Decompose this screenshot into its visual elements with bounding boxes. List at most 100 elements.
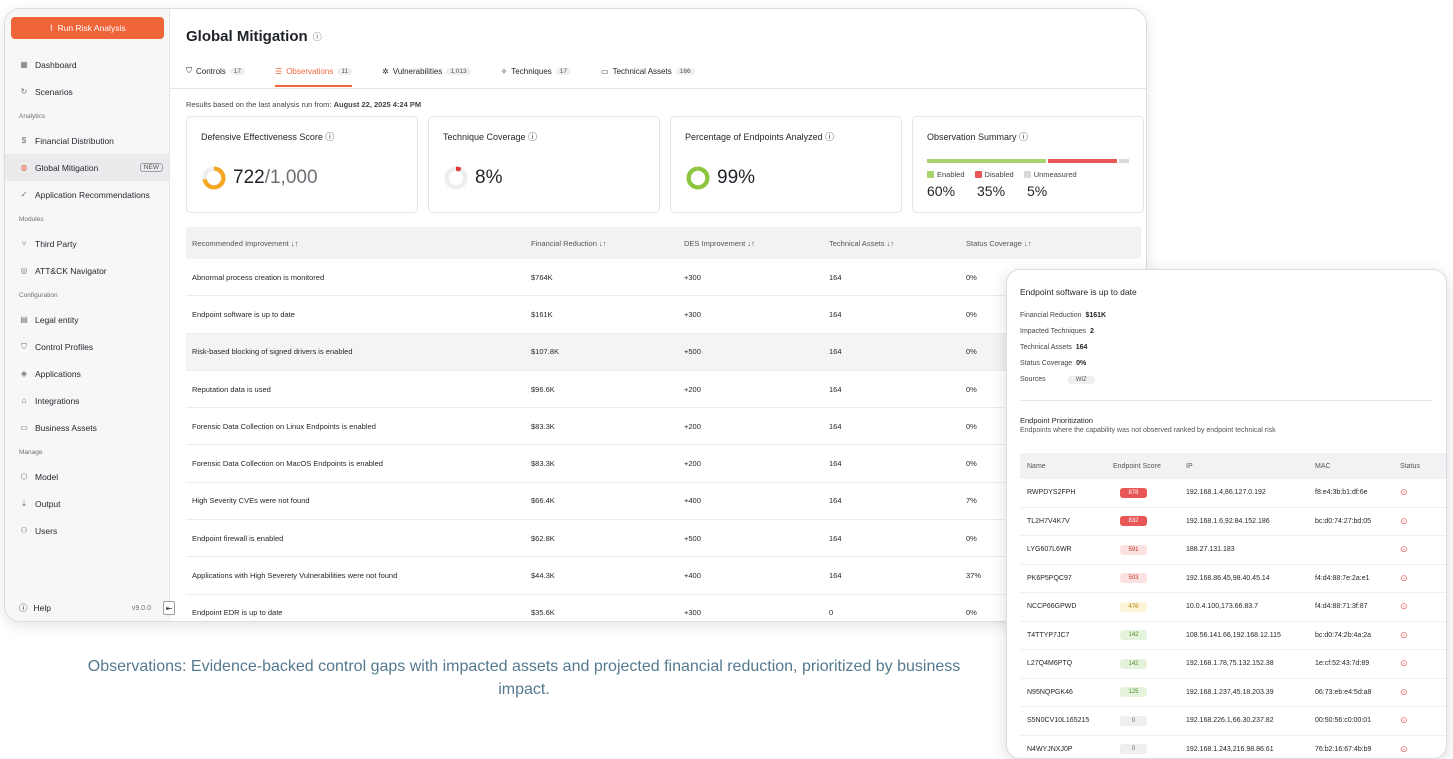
tab-vulnerabilities[interactable]: ✲Vulnerabilities1,013 (382, 63, 471, 79)
sort-icon[interactable]: ↓↑ (887, 239, 895, 248)
endpoint-row[interactable]: L27Q4M6PTQ142192.168.1.78,75.132.152.381… (1020, 650, 1447, 679)
endpoints-value: 99% (685, 165, 755, 191)
sidebar-nav: ▦Dashboard ↻Scenarios Analytics $Financi… (5, 51, 169, 544)
sidebar-item-integrations[interactable]: ⌂Integrations (5, 387, 169, 414)
table-row[interactable]: Forensic Data Collection on Linux Endpoi… (186, 408, 1141, 445)
endpoint-row[interactable]: TL2H7V4K7V832192.168.1.6,92.84.152.186bc… (1020, 508, 1447, 537)
table-row[interactable]: Applications with High Severety Vulnerab… (186, 557, 1141, 594)
endpoint-detail-panel: Endpoint software is up to date Financia… (1006, 269, 1447, 759)
table-row[interactable]: High Severity CVEs were not found$66.4K+… (186, 483, 1141, 520)
sidebar-item-third-party[interactable]: ⑂Third Party (5, 230, 169, 257)
table-row[interactable]: Endpoint software is up to date$161K+300… (186, 296, 1141, 333)
table-row[interactable]: Risk-based blocking of signed drivers is… (186, 334, 1141, 371)
tab-controls[interactable]: ⛉Controls17 (186, 63, 245, 79)
column-header-label: Financial Reduction (531, 239, 597, 248)
sort-icon[interactable]: ↓↑ (747, 239, 755, 248)
sidebar-item-control-profiles[interactable]: ⛉Control Profiles (5, 333, 169, 360)
help-link[interactable]: ⓘ Help v9.0.0 ⇤ (5, 595, 169, 621)
endpoint-ip: 192.168.1.78,75.132.152.38 (1186, 660, 1315, 667)
tab-observations[interactable]: ☰Observations11 (275, 63, 352, 79)
des-card: Defensive Effectiveness Score ⓘ 722/1,00… (186, 116, 418, 213)
cell-assets: 164 (829, 347, 966, 356)
table-row[interactable]: Endpoint firewall is enabled$62.8K+50016… (186, 520, 1141, 557)
tab-techniques[interactable]: ✧Techniques17 (501, 63, 571, 79)
cell-financial: $161K (531, 310, 684, 319)
monitor-icon: ▭ (19, 423, 29, 432)
endpoint-row[interactable]: LYG607L6WR591188.27.131.183⊙ (1020, 536, 1447, 565)
column-header-status: Status (1400, 463, 1440, 470)
endpoints-ring (685, 165, 711, 191)
cell-des: +400 (684, 496, 829, 505)
column-header-mac: MAC (1315, 463, 1400, 470)
field-value: 164 (1076, 344, 1088, 351)
enabled-segment (927, 159, 1046, 163)
table-row[interactable]: Endpoint EDR is up to date$35.6K+30000% (186, 595, 1141, 622)
endpoint-score-badge: 142 (1120, 659, 1147, 669)
sidebar-item-label: Global Mitigation (35, 163, 98, 173)
nav-group-analytics: Analytics (5, 105, 169, 127)
run-risk-analysis-button[interactable]: ⌇ Run Risk Analysis (11, 17, 164, 39)
cell-assets: 164 (829, 496, 966, 505)
endpoint-row[interactable]: T4TTYP7JC7142108.56.141.66,192.168.12.11… (1020, 622, 1447, 651)
cell-assets: 164 (829, 459, 966, 468)
sort-icon[interactable]: ↓↑ (1024, 239, 1032, 248)
cell-assets: 164 (829, 534, 966, 543)
column-header-assets[interactable]: Technical Assets ↓↑ (829, 239, 966, 248)
info-icon[interactable]: ⓘ (528, 132, 537, 142)
sort-icon[interactable]: ↓↑ (599, 239, 607, 248)
column-header-improvement[interactable]: Recommended Improvement ↓↑ (186, 239, 531, 248)
sidebar-item-model[interactable]: ⬡Model (5, 463, 169, 490)
tab-count: 11 (337, 68, 352, 75)
sort-icon[interactable]: ↓↑ (291, 239, 299, 248)
cell-assets: 164 (829, 571, 966, 580)
endpoint-row[interactable]: NCCP66GPWD47610.0.4.100,173.66.83.7f4:d4… (1020, 593, 1447, 622)
technique-value: 8% (443, 165, 502, 191)
tab-label: Controls (196, 67, 226, 76)
endpoint-row[interactable]: PK6P5PQC97503192.168.86.45,98.40.45.14f4… (1020, 565, 1447, 594)
cell-financial: $83.3K (531, 422, 684, 431)
endpoint-mac: f8:e4:3b:b1:df:6e (1315, 489, 1400, 496)
field-key: Financial Reduction (1020, 312, 1081, 319)
sidebar-item-users[interactable]: ⚇Users (5, 517, 169, 544)
sidebar-item-scenarios[interactable]: ↻Scenarios (5, 78, 169, 105)
table-row[interactable]: Forensic Data Collection on MacOS Endpoi… (186, 445, 1141, 482)
endpoint-row[interactable]: N95NQPGK46125192.168.1.237,45.18.203.390… (1020, 679, 1447, 708)
endpoint-mac: bc:d0:74:27:bd:05 (1315, 518, 1400, 525)
endpoint-ip: 108.56.141.66,192.168.12.115 (1186, 632, 1315, 639)
tab-technical-assets[interactable]: ▭Technical Assets166 (601, 63, 695, 79)
column-header-des[interactable]: DES Improvement ↓↑ (684, 239, 829, 248)
endpoint-row[interactable]: S5N0CV10L1652150192.168.226.1,66.30.237.… (1020, 707, 1447, 736)
column-header-status[interactable]: Status Coverage ↓↑ (966, 239, 1141, 248)
info-icon[interactable]: ⓘ (1019, 132, 1028, 142)
sidebar-item-financial-distribution[interactable]: $Financial Distribution (5, 127, 169, 154)
sidebar-item-label: Model (35, 472, 58, 482)
sidebar-item-legal-entity[interactable]: ▤Legal entity (5, 306, 169, 333)
new-badge: NEW (140, 163, 163, 172)
technique-percent: 8% (475, 167, 502, 189)
sidebar-item-business-assets[interactable]: ▭Business Assets (5, 414, 169, 441)
cell-financial: $66.4K (531, 496, 684, 505)
sidebar-item-global-mitigation[interactable]: ◍Global MitigationNEW (5, 154, 169, 181)
table-row[interactable]: Reputation data is used$96.6K+2001640% (186, 371, 1141, 408)
table-row[interactable]: Abnormal process creation is monitored$7… (186, 259, 1141, 296)
sidebar-item-label: Application Recommendations (35, 190, 150, 200)
cell-des: +300 (684, 608, 829, 617)
field-key: Impacted Techniques (1020, 328, 1086, 335)
alert-icon: ⊙ (1400, 658, 1408, 668)
sidebar-item-attack-navigator[interactable]: ◎ATT&CK Navigator (5, 257, 169, 284)
field-key: Sources (1020, 376, 1046, 384)
sidebar-item-dashboard[interactable]: ▦Dashboard (5, 51, 169, 78)
endpoint-row[interactable]: RWPDYS2FPH878192.168.1.4,86.127.0.192f8:… (1020, 479, 1447, 508)
column-header-financial[interactable]: Financial Reduction ↓↑ (531, 239, 684, 248)
cell-assets: 164 (829, 422, 966, 431)
info-icon[interactable]: ⓘ (313, 30, 322, 43)
info-icon[interactable]: ⓘ (825, 132, 834, 142)
sidebar-item-application-recommendations[interactable]: ✓Application Recommendations (5, 181, 169, 208)
cell-financial: $107.8K (531, 347, 684, 356)
endpoint-row[interactable]: N4WYJNXJ0P0192.168.1.243,216.98.86.6176:… (1020, 736, 1447, 759)
sidebar-item-output[interactable]: ⤓Output (5, 490, 169, 517)
summary-card-title: Observation Summary ⓘ (927, 130, 1028, 143)
bug-icon: ✲ (382, 67, 389, 76)
info-icon[interactable]: ⓘ (325, 132, 334, 142)
sidebar-item-applications[interactable]: ◈Applications (5, 360, 169, 387)
